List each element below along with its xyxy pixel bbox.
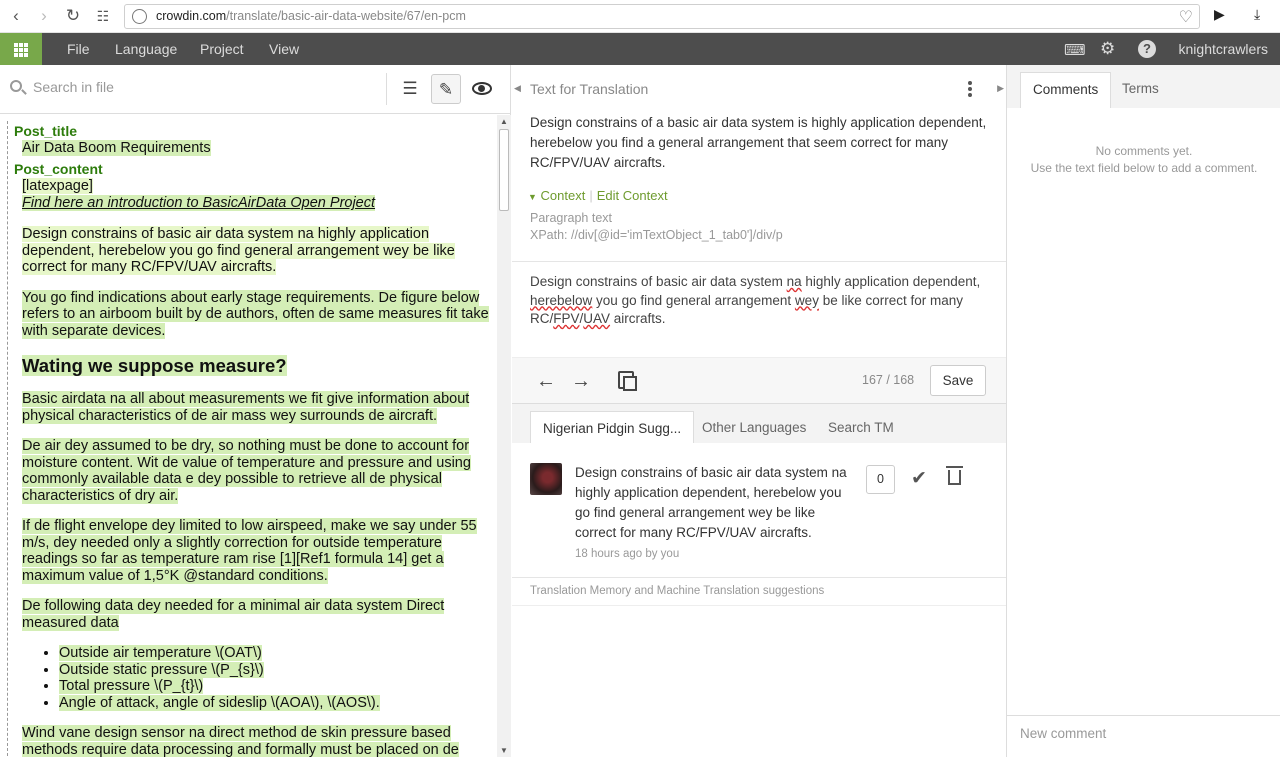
post-title-label: Post_title	[14, 123, 78, 139]
document-toolbar: ☰ ✎	[0, 65, 511, 114]
list-item[interactable]: Total pressure \(P_{t}\)	[59, 678, 204, 694]
divider	[512, 261, 1006, 262]
tab-comments[interactable]: Comments	[1020, 72, 1112, 108]
translation-textarea[interactable]: Design constrains of basic air data syst…	[530, 273, 994, 329]
collapse-right-icon[interactable]: ▶	[997, 83, 1004, 94]
translation-controls: ← → 167 / 168 Save	[512, 357, 1006, 403]
apps-grid-icon[interactable]	[0, 33, 42, 65]
caret-down-icon: ▼	[528, 192, 537, 202]
arrow-right-icon[interactable]: →	[571, 370, 591, 393]
avatar	[530, 463, 562, 495]
document-scrollbar[interactable]: ▲ ▼	[497, 115, 511, 757]
browser-toolbar: ‹ › ↻ ☷ crowdin.com/translate/basic-air-…	[0, 0, 1280, 33]
list-item[interactable]: Outside static pressure \(P_{s}\)	[59, 661, 264, 678]
keyboard-icon[interactable]: ⌨	[1064, 41, 1086, 59]
back-icon[interactable]: ‹	[5, 5, 27, 27]
document-border	[7, 121, 8, 757]
divider	[512, 605, 1006, 606]
reload-icon[interactable]: ↻	[62, 5, 84, 27]
comments-tabs: Comments Terms	[1007, 65, 1280, 108]
tab-other-languages[interactable]: Other Languages	[690, 411, 818, 444]
suggestion-item: Design constrains of basic air data syst…	[512, 443, 1006, 577]
download-icon[interactable]: ⤓	[1254, 6, 1260, 23]
context-toggle[interactable]: ▼ Context	[528, 188, 585, 203]
gear-icon[interactable]: ⚙	[1100, 39, 1115, 59]
save-button[interactable]: Save	[930, 365, 986, 396]
scroll-thumb[interactable]	[499, 129, 509, 211]
post-title-text[interactable]: Air Data Boom Requirements	[22, 140, 211, 156]
list-view-icon[interactable]: ☰	[395, 74, 425, 104]
vote-count[interactable]: 0	[866, 465, 895, 494]
context-links: ▼ Context | Edit Context	[528, 188, 668, 203]
menu-language[interactable]: Language	[115, 41, 177, 57]
section-heading[interactable]: Wating we suppose measure?	[22, 355, 287, 376]
flow-icon[interactable]: ▶	[1214, 6, 1225, 23]
forward-icon[interactable]: ›	[33, 5, 55, 27]
more-options-icon[interactable]	[966, 81, 974, 97]
tabs-grid-icon[interactable]: ☷	[92, 5, 114, 27]
toolbar-divider	[386, 73, 387, 105]
document-preview: Post_title Air Data Boom Requirements Po…	[0, 115, 497, 757]
paragraph-1[interactable]: Design constrains of basic air data syst…	[22, 226, 455, 275]
latexpage-text[interactable]: [latexpage]	[22, 178, 93, 194]
approve-check-icon[interactable]: ✔	[911, 467, 927, 490]
url-text: crowdin.com/translate/basic-air-data-web…	[156, 9, 466, 23]
copy-source-icon[interactable]	[618, 371, 637, 391]
menu-view[interactable]: View	[269, 41, 299, 57]
xpath-label: XPath: //div[@id='imTextObject_1_tab0']/…	[530, 228, 783, 242]
menu-file[interactable]: File	[67, 41, 90, 57]
tm-mt-suggestions-label: Translation Memory and Machine Translati…	[530, 585, 825, 597]
collapse-left-icon[interactable]: ◀	[514, 83, 521, 94]
user-menu[interactable]: knightcrawlers	[1179, 41, 1268, 57]
search-icon	[10, 80, 22, 92]
source-document-panel: ☰ ✎ Post_title Air Data Boom Requirement…	[0, 65, 511, 757]
suggestions-tabs: Nigerian Pidgin Sugg... Other Languages …	[512, 403, 1006, 444]
app-menu-bar: File Language Project View ⌨ ⚙ ? knightc…	[0, 33, 1280, 65]
source-string: Design constrains of a basic air data sy…	[530, 115, 987, 170]
tab-terms[interactable]: Terms	[1110, 72, 1171, 108]
help-icon[interactable]: ?	[1138, 40, 1156, 58]
paragraph-3[interactable]: Basic airdata na all about measurements …	[22, 391, 470, 424]
heart-icon[interactable]: ♡	[1179, 7, 1193, 27]
suggestion-meta: 18 hours ago by you	[575, 548, 680, 560]
suggestion-text[interactable]: Design constrains of basic air data syst…	[575, 463, 853, 543]
globe-icon	[132, 9, 147, 24]
paragraph-7[interactable]: Wind vane design sensor na direct method…	[22, 725, 459, 757]
measured-data-list: Outside air temperature \(OAT\) Outside …	[59, 645, 490, 711]
divider	[512, 577, 1006, 578]
comments-panel: Comments Terms No comments yet. Use the …	[1006, 65, 1280, 757]
paragraph-6[interactable]: De following data dey needed for a minim…	[22, 598, 445, 631]
paragraph-4[interactable]: De air dey assumed to be dry, so nothing…	[22, 438, 471, 504]
translation-header: ◀ Text for Translation ▶	[512, 65, 1006, 112]
paragraph-type-label: Paragraph text	[530, 211, 612, 225]
trash-icon[interactable]	[946, 466, 963, 485]
arrow-left-icon[interactable]: ←	[536, 370, 556, 393]
eye-preview-icon[interactable]	[467, 74, 497, 104]
scroll-up-icon[interactable]: ▲	[500, 117, 508, 126]
paragraph-5[interactable]: If de flight envelope dey limited to low…	[22, 518, 477, 584]
list-item[interactable]: Angle of attack, angle of sideslip \(AOA…	[59, 694, 380, 711]
panel-title: Text for Translation	[530, 81, 649, 97]
tab-nigerian-pidgin-suggestions[interactable]: Nigerian Pidgin Sugg...	[530, 411, 695, 444]
edit-context-link[interactable]: Edit Context	[597, 188, 668, 203]
paragraph-2[interactable]: You go find indications about early stag…	[22, 289, 489, 339]
intro-link[interactable]: Find here an introduction to BasicAirDat…	[22, 195, 376, 211]
new-comment-input[interactable]	[1020, 726, 1270, 741]
scroll-down-icon[interactable]: ▼	[500, 746, 508, 755]
post-content-label: Post_content	[14, 161, 103, 177]
new-comment-box	[1007, 715, 1280, 757]
pencil-edit-icon[interactable]: ✎	[431, 74, 461, 104]
address-bar[interactable]: crowdin.com/translate/basic-air-data-web…	[124, 4, 1200, 29]
translation-panel: ◀ Text for Translation ▶ Design constrai…	[512, 65, 1006, 757]
tab-search-tm[interactable]: Search TM	[816, 411, 906, 444]
string-counter: 167 / 168	[862, 373, 915, 387]
search-in-file-input[interactable]	[33, 79, 363, 95]
list-item[interactable]: Outside air temperature \(OAT\)	[59, 645, 262, 661]
menu-project[interactable]: Project	[200, 41, 244, 57]
no-comments-message: No comments yet. Use the text field belo…	[1030, 144, 1258, 175]
